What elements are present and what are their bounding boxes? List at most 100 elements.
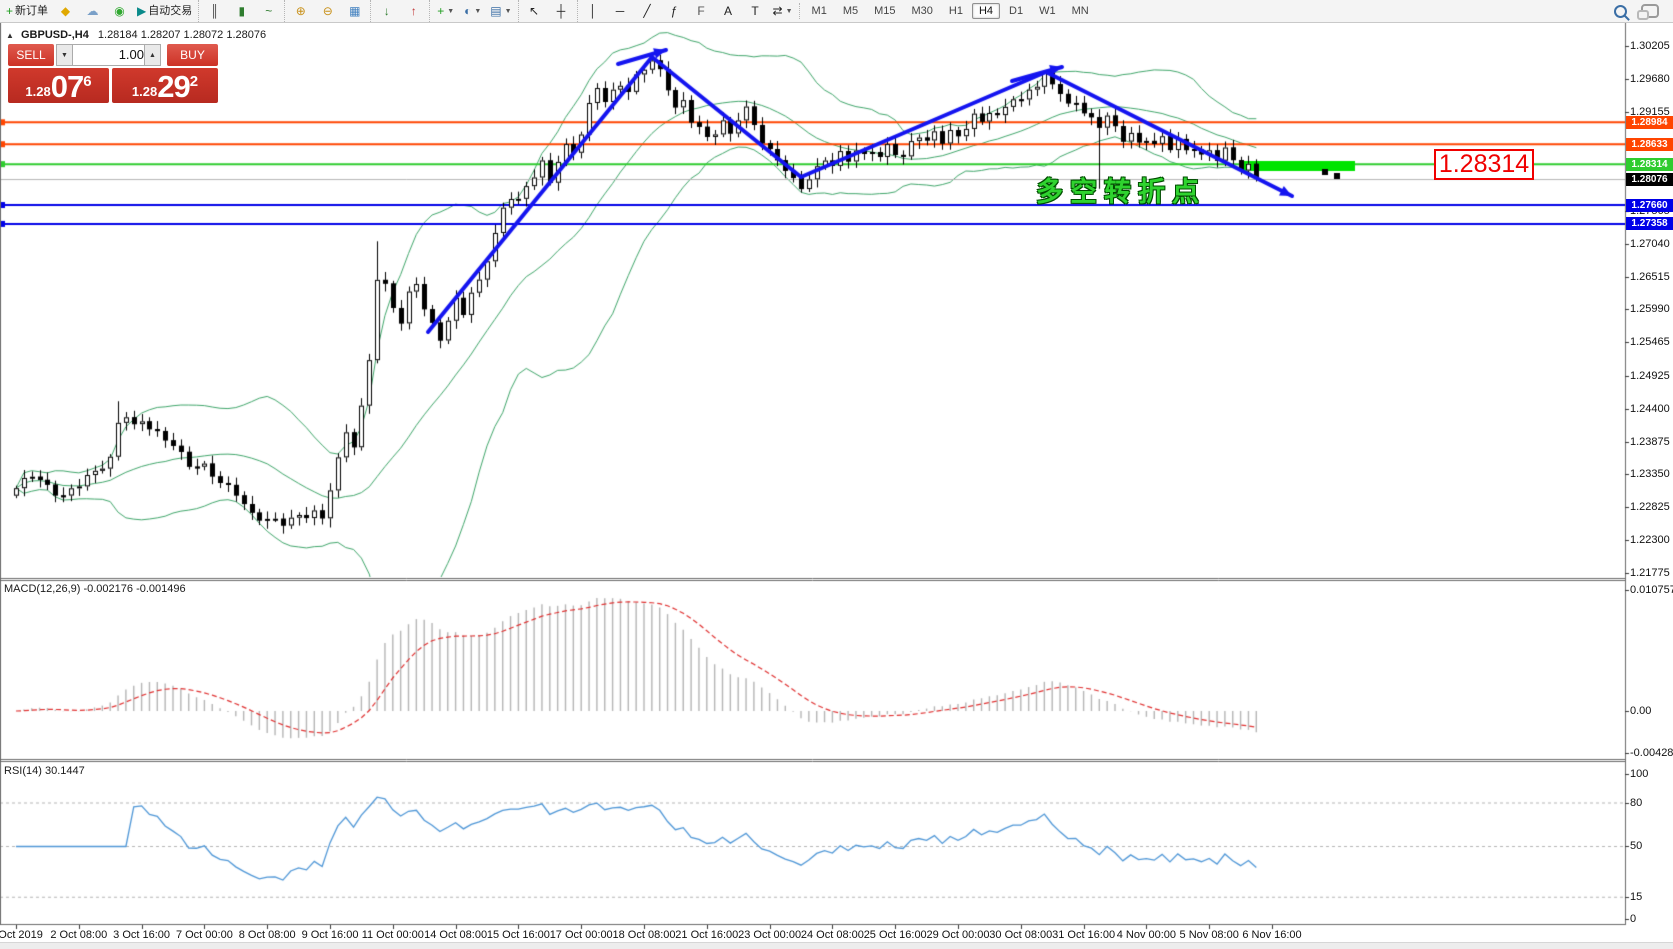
symbol-name: GBPUSD-,H4 (21, 29, 89, 41)
chat-icon[interactable] (1641, 4, 1659, 18)
toolbar: +新订单◆☁◉▶自动交易║▮~⊕⊖▦↓↑+▼◐▼▤▼↖┼│─╱ƒFAT⇄▼ M1… (0, 0, 1673, 23)
template-button[interactable]: ▤▼ (486, 1, 515, 22)
chart-wizard-button[interactable]: ◆ (52, 1, 79, 22)
price-tick-label: 1.22825 (1630, 501, 1670, 513)
date-axis-label: 8 Oct 08:00 (239, 929, 296, 941)
crosshair-button[interactable]: ┼ (548, 1, 575, 22)
text-label-button[interactable]: T (742, 1, 769, 22)
volume-decrease-button[interactable]: ▼ (56, 44, 73, 66)
price-line-chip: 1.27358 (1626, 217, 1673, 230)
volume-input[interactable]: 1.00 (72, 44, 150, 66)
draw-group: │ ─ ╱ ƒFAT⇄▼ (577, 0, 799, 22)
timeframe-m1[interactable]: M1 (805, 3, 834, 19)
candlestick-chart-button[interactable]: ▮ (228, 1, 255, 22)
timeframe-m15[interactable]: M15 (867, 3, 902, 19)
timeframe-mn[interactable]: MN (1065, 3, 1096, 19)
arrows-icon: ⇄ (773, 2, 783, 21)
zoom-in-button[interactable]: ⊕ (287, 1, 314, 22)
indicator-down-icon: ↓ (384, 2, 390, 21)
new-order-button-label: 新订单 (15, 2, 48, 21)
bar-chart-button[interactable]: ║ (201, 1, 228, 22)
date-axis-label: 1 Oct 2019 (0, 929, 43, 941)
zoom-out-button[interactable]: ⊖ (314, 1, 341, 22)
symbol-header[interactable]: ▲ GBPUSD-,H4 1.28184 1.28207 1.28072 1.2… (6, 29, 266, 41)
volume-increase-button[interactable]: ▲ (144, 44, 161, 66)
fibonacci-button[interactable]: ƒ (661, 1, 688, 22)
autotrading-button-label: 自动交易 (148, 2, 192, 21)
timeframe-m5[interactable]: M5 (836, 3, 865, 19)
indicator-down-button[interactable]: ↓ (373, 1, 400, 22)
profile-icon: ☁ (87, 2, 99, 21)
date-axis-label: 21 Oct 16:00 (675, 929, 738, 941)
buy-price-button[interactable]: 1.28 29 2 (112, 68, 218, 103)
price-tick-label: 1.24400 (1630, 403, 1670, 415)
objects-group: +▼◐▼▤▼ (429, 0, 517, 22)
new-order-icon: + (6, 2, 13, 21)
date-axis-label: 3 Oct 16:00 (113, 929, 170, 941)
add-indicator-button[interactable]: +▼ (432, 1, 459, 22)
new-order-button[interactable]: +新订单 (2, 1, 52, 22)
date-axis-label: 25 Oct 16:00 (864, 929, 927, 941)
horizontal-line-button[interactable]: ─ (607, 1, 634, 22)
vertical-line-icon: │ (589, 2, 597, 21)
search-icon[interactable] (1614, 5, 1627, 18)
price-tick-label: 1.29680 (1630, 73, 1670, 85)
fibo-expansion-button[interactable]: F (688, 1, 715, 22)
arrows-button[interactable]: ⇄▼ (769, 1, 797, 22)
zoom-out-icon: ⊖ (323, 2, 333, 21)
profiles-clock-button[interactable]: ◐▼ (459, 1, 486, 22)
crosshair-icon: ┼ (557, 2, 566, 21)
text-button[interactable]: A (715, 1, 742, 22)
trade-panel-row: SELL ▼ 1.00 ▲ BUY (8, 44, 218, 66)
macd-indicator-label: MACD(12,26,9) -0.002176 -0.001496 (4, 583, 186, 595)
turning-point-annotation[interactable]: 多空转折点 (1036, 170, 1206, 209)
cursor-group: ↖┼ (518, 0, 577, 22)
trendline-icon: ╱ (643, 2, 650, 21)
timeframe-h1[interactable]: H1 (942, 3, 970, 19)
autotrading-icon: ▶ (137, 2, 146, 21)
sell-button[interactable]: SELL (8, 44, 54, 66)
buy-button[interactable]: BUY (167, 44, 218, 66)
date-axis-label: 9 Oct 16:00 (302, 929, 359, 941)
template-icon: ▤ (490, 2, 501, 21)
macd-axis-label: 0.00 (1630, 705, 1651, 717)
date-axis-label: 15 Oct 16:00 (487, 929, 550, 941)
signals-button[interactable]: ◉ (106, 1, 133, 22)
tile-windows-button[interactable]: ▦ (341, 1, 368, 22)
chevron-down-icon: ▼ (505, 2, 512, 21)
chart-wizard-icon: ◆ (61, 2, 70, 21)
vertical-line-button[interactable]: │ (580, 1, 607, 22)
price-tick-label: 1.23875 (1630, 436, 1670, 448)
trade-group: +新订单 ◆ ☁ ◉▶自动交易 (0, 0, 198, 22)
sell-price-button[interactable]: 1.28 07 6 (8, 68, 109, 103)
line-chart-button[interactable]: ~ (255, 1, 282, 22)
chart-canvas[interactable] (0, 0, 1673, 948)
collapse-icon[interactable]: ▲ (6, 31, 14, 40)
profile-button[interactable]: ☁ (79, 1, 106, 22)
trendline-button[interactable]: ╱ (634, 1, 661, 22)
price-tick-label: 1.25465 (1630, 336, 1670, 348)
timeframe-h4[interactable]: H4 (972, 3, 1000, 19)
timeframe-d1[interactable]: D1 (1002, 3, 1030, 19)
macd-axis-label: 0.010757 (1630, 584, 1673, 596)
price-line-chip: 1.27660 (1626, 199, 1673, 212)
rsi-indicator-label: RSI(14) 30.1447 (4, 765, 85, 777)
price-line-chip: 1.28076 (1626, 173, 1673, 186)
autotrading-button[interactable]: ▶自动交易 (133, 1, 196, 22)
date-axis-label: 31 Oct 16:00 (1052, 929, 1115, 941)
timeframe-w1[interactable]: W1 (1032, 3, 1063, 19)
timeframe-m30[interactable]: M30 (905, 3, 940, 19)
date-axis-label: 6 Nov 16:00 (1242, 929, 1301, 941)
toolbar-buttons: +新订单◆☁◉▶自动交易║▮~⊕⊖▦↓↑+▼◐▼▤▼↖┼│─╱ƒFAT⇄▼ (0, 0, 799, 22)
chevron-down-icon: ▼ (447, 2, 454, 21)
price-tag-box[interactable]: 1.28314 (1434, 149, 1534, 180)
indicator-up-button[interactable]: ↑ (400, 1, 427, 22)
price-tick-label: 1.25990 (1630, 303, 1670, 315)
date-axis-label: 17 Oct 00:00 (550, 929, 613, 941)
profiles-clock-icon: ◐ (464, 2, 471, 21)
sell-price-prefix: 1.28 (25, 84, 50, 99)
price-tick-label: 1.27040 (1630, 238, 1670, 250)
sell-price-big: 07 (51, 72, 83, 102)
macd-axis-label: -0.004283 (1630, 747, 1673, 759)
cursor-button[interactable]: ↖ (521, 1, 548, 22)
